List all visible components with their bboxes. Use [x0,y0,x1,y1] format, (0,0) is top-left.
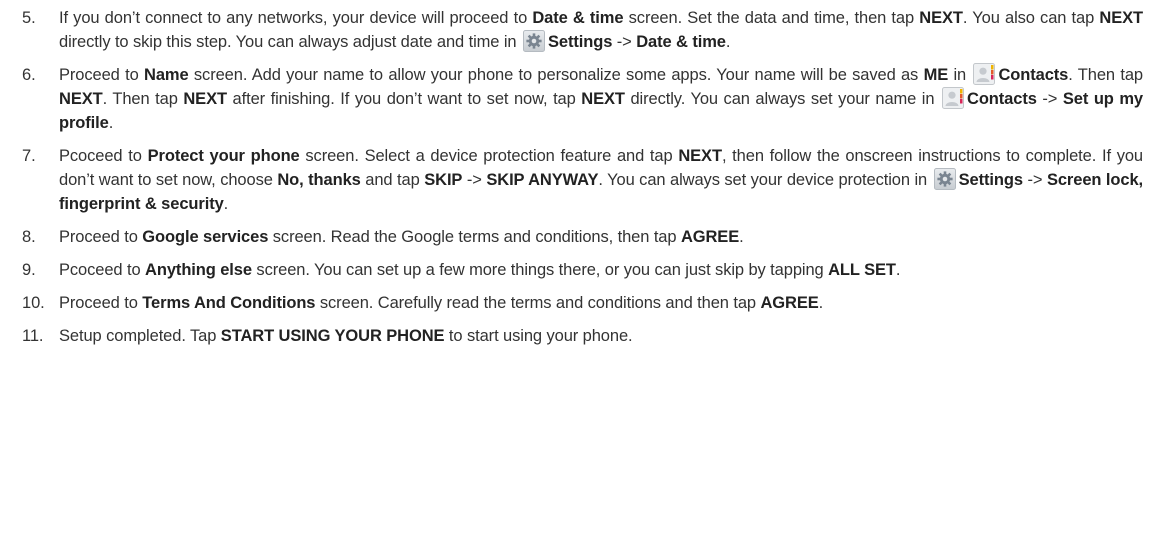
step-text: -> [1036,90,1063,108]
ui-term: SKIP ANYWAY [486,171,599,189]
ui-term: NEXT [581,90,625,108]
step-text: . [725,33,731,51]
ui-term: Settings [547,33,613,51]
step-text: screen. Select a device protection featu… [299,147,679,165]
step-number: 9. [22,261,36,279]
ui-term: Anything else [145,261,252,279]
step-10: 10. Proceed to Terms And Conditions scre… [0,291,1161,315]
step-text: . [818,294,824,312]
step-text: screen. Carefully read the terms and con… [315,294,761,312]
step-number: 5. [22,9,36,27]
ui-term: NEXT [59,90,103,108]
ui-term: NEXT [1099,9,1143,27]
step-text: in [948,66,972,84]
step-number: 10. [22,294,45,312]
step-text: Proceed to [59,228,143,246]
step-9: 9. Pcoceed to Anything else screen. You … [0,258,1161,282]
ui-term: START USING YOUR PHONE [220,327,445,345]
ui-term: Contacts [998,66,1069,84]
ui-term: NEXT [183,90,227,108]
settings-gear-icon [522,30,545,52]
step-8: 8. Proceed to Google services screen. Re… [0,225,1161,249]
step-text: Pcoceed to [59,147,148,165]
step-number: 8. [22,228,36,246]
step-text: . You also can tap [962,9,1100,27]
step-text: . [108,114,114,132]
ui-term: Name [144,66,189,84]
step-number: 11. [22,327,44,345]
ui-term: Google services [142,228,269,246]
step-text: screen. You can set up a few more things… [251,261,829,279]
step-text: to start using your phone. [444,327,633,345]
step-text: -> [462,171,487,189]
step-text: If you don’t connect to any networks, yo… [59,9,533,27]
settings-gear-icon [933,168,956,190]
step-number: 7. [22,147,36,165]
step-text: . You can always set your device protect… [598,171,932,189]
ui-term: AGREE [680,228,740,246]
step-7: 7. Pcoceed to Protect your phone screen.… [0,144,1161,216]
ui-term: AGREE [760,294,819,312]
step-text: Setup completed. Tap [59,327,221,345]
ui-term: NEXT [919,9,963,27]
step-text: screen. Add your name to allow your phon… [188,66,924,84]
ui-term: Contacts [967,90,1037,108]
step-text: . [895,261,901,279]
step-text: . [223,195,229,213]
step-text: screen. Read the Google terms and condit… [268,228,681,246]
ui-term: Date & time [532,9,624,27]
ui-term: Protect your phone [147,147,300,165]
step-text: -> [612,33,637,51]
step-text: and tap [360,171,425,189]
step-text: . Then tap [1068,66,1143,84]
step-text: screen. Set the data and time, then tap [623,9,920,27]
step-text: Proceed to [59,294,143,312]
step-text: directly to skip this step. You can alwa… [59,33,521,51]
ui-term: Date & time [636,33,726,51]
step-5: 5. If you don’t connect to any networks,… [0,6,1161,54]
ui-term: Terms And Conditions [142,294,316,312]
contacts-icon [973,63,996,85]
ui-term: NEXT [678,147,722,165]
contacts-icon [942,87,965,109]
step-text: directly. You can always set your name i… [624,90,941,108]
step-text: Proceed to [59,66,145,84]
step-text: -> [1022,171,1047,189]
ui-term: ALL SET [828,261,896,279]
step-text: . Then tap [102,90,184,108]
step-text: Pcoceed to [59,261,146,279]
step-11: 11. Setup completed. Tap START USING YOU… [0,324,1161,348]
ui-term: Settings [958,171,1023,189]
ui-term: ME [923,66,949,84]
step-6: 6. Proceed to Name screen. Add your name… [0,63,1161,135]
setup-steps-list: 5. If you don’t connect to any networks,… [0,6,1161,357]
ui-term: SKIP [424,171,463,189]
ui-term: No, thanks [277,171,361,189]
step-number: 6. [22,66,36,84]
step-text: after finishing. If you don’t want to se… [226,90,582,108]
step-text: . [739,228,744,246]
instruction-document: 5. If you don’t connect to any networks,… [0,0,1161,546]
